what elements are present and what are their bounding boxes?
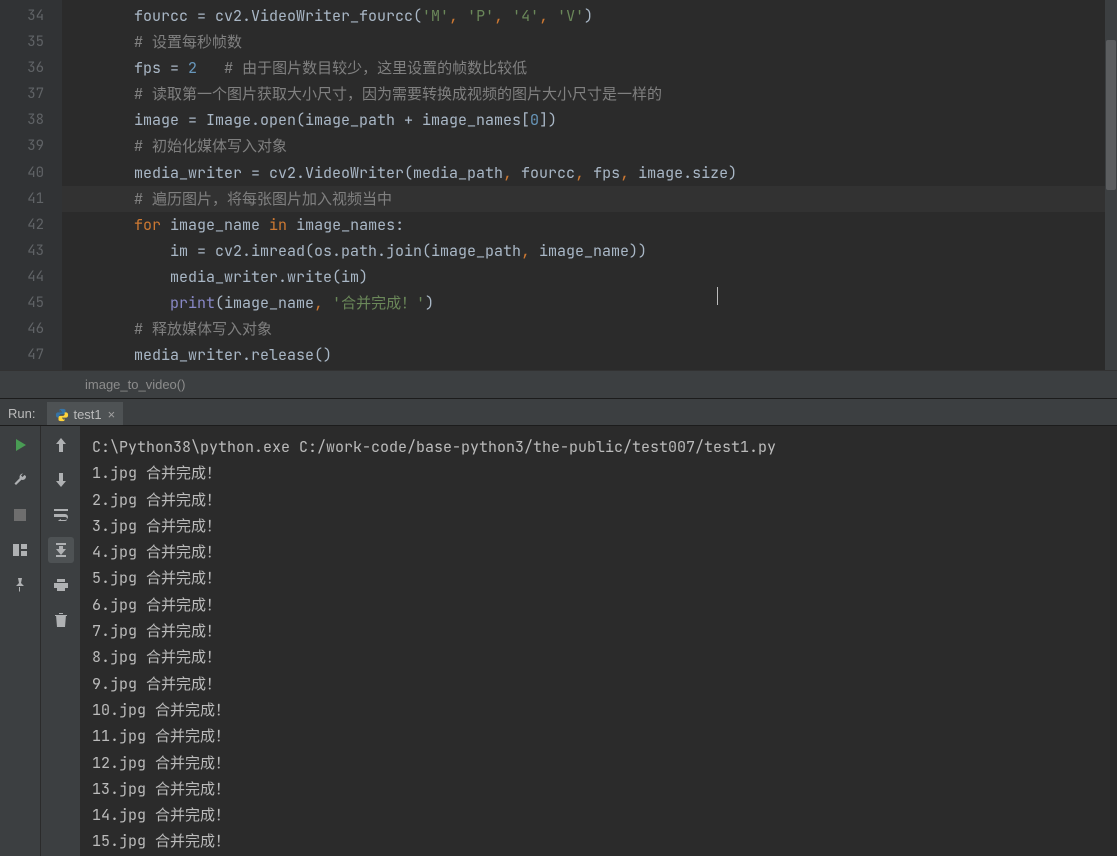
- line-number: 35: [0, 29, 44, 55]
- code-line: # 释放媒体写入对象: [62, 316, 1117, 342]
- console-line: 11.jpg 合并完成！: [92, 723, 1117, 749]
- console-line: 9.jpg 合并完成！: [92, 671, 1117, 697]
- console-line: 12.jpg 合并完成！: [92, 750, 1117, 776]
- run-tool-header: Run: test1 ×: [0, 398, 1117, 426]
- arrow-up-icon[interactable]: [48, 432, 74, 458]
- line-number: 46: [0, 316, 44, 342]
- line-number: 43: [0, 238, 44, 264]
- code-line: fps = 2 # 由于图片数目较少，这里设置的帧数比较低: [62, 55, 1117, 81]
- line-number: 36: [0, 55, 44, 81]
- line-number: 37: [0, 81, 44, 107]
- console-line: 2.jpg 合并完成！: [92, 487, 1117, 513]
- line-number: 34: [0, 3, 44, 29]
- arrow-down-icon[interactable]: [48, 467, 74, 493]
- soft-wrap-icon[interactable]: [48, 502, 74, 528]
- code-line: media_writer = cv2.VideoWriter(media_pat…: [62, 160, 1117, 186]
- line-number-gutter: 3435363738394041424344454647: [0, 0, 62, 370]
- code-editor[interactable]: 3435363738394041424344454647 fourcc = cv…: [0, 0, 1117, 370]
- trash-icon[interactable]: [48, 607, 74, 633]
- breadcrumb[interactable]: image_to_video(): [0, 370, 1117, 398]
- code-line: # 遍历图片，将每张图片加入视频当中: [62, 186, 1117, 212]
- code-line: for image_name in image_names:: [62, 212, 1117, 238]
- code-line: media_writer.write(im): [62, 264, 1117, 290]
- line-number: 39: [0, 133, 44, 159]
- run-tool-body: C:\Python38\python.exe C:/work-code/base…: [0, 426, 1117, 856]
- console-line: 10.jpg 合并完成！: [92, 697, 1117, 723]
- layout-icon[interactable]: [7, 537, 33, 563]
- console-line: 6.jpg 合并完成！: [92, 592, 1117, 618]
- scroll-to-end-icon[interactable]: [48, 537, 74, 563]
- pin-icon[interactable]: [7, 572, 33, 598]
- code-line: # 初始化媒体写入对象: [62, 133, 1117, 159]
- code-line: # 读取第一个图片获取大小尺寸，因为需要转换成视频的图片大小尺寸是一样的: [62, 81, 1117, 107]
- close-icon[interactable]: ×: [108, 407, 116, 422]
- line-number: 45: [0, 290, 44, 316]
- breadcrumb-item[interactable]: image_to_video(): [85, 377, 185, 392]
- code-line: media_writer.release(): [62, 342, 1117, 368]
- run-button[interactable]: [7, 432, 33, 458]
- run-action-column-right: [40, 426, 80, 856]
- code-line: # 设置每秒帧数: [62, 29, 1117, 55]
- console-line: 14.jpg 合并完成！: [92, 802, 1117, 828]
- run-tab-label: test1: [73, 407, 101, 422]
- console-line: 13.jpg 合并完成！: [92, 776, 1117, 802]
- print-icon[interactable]: [48, 572, 74, 598]
- wrench-icon[interactable]: [7, 467, 33, 493]
- line-number: 47: [0, 342, 44, 368]
- run-tab[interactable]: test1 ×: [47, 402, 123, 425]
- code-line: fourcc = cv2.VideoWriter_fourcc('M', 'P'…: [62, 3, 1117, 29]
- console-line: 3.jpg 合并完成！: [92, 513, 1117, 539]
- console-line: 4.jpg 合并完成！: [92, 539, 1117, 565]
- code-area[interactable]: fourcc = cv2.VideoWriter_fourcc('M', 'P'…: [62, 0, 1117, 370]
- code-line: im = cv2.imread(os.path.join(image_path,…: [62, 238, 1117, 264]
- run-action-column-left: [0, 426, 40, 856]
- console-command: C:\Python38\python.exe C:/work-code/base…: [92, 434, 1117, 460]
- line-number: 40: [0, 160, 44, 186]
- console-line: 7.jpg 合并完成！: [92, 618, 1117, 644]
- stop-button[interactable]: [7, 502, 33, 528]
- code-line: print(image_name, '合并完成！'): [62, 290, 1117, 316]
- line-number: 41: [0, 186, 44, 212]
- console-line: 5.jpg 合并完成！: [92, 565, 1117, 591]
- line-number: 42: [0, 212, 44, 238]
- console-line: 8.jpg 合并完成！: [92, 644, 1117, 670]
- line-number: 44: [0, 264, 44, 290]
- console-line: 1.jpg 合并完成！: [92, 460, 1117, 486]
- console-output[interactable]: C:\Python38\python.exe C:/work-code/base…: [80, 426, 1117, 856]
- line-number: 38: [0, 107, 44, 133]
- python-icon: [55, 408, 69, 422]
- console-line: 15.jpg 合并完成！: [92, 828, 1117, 854]
- run-label: Run:: [0, 406, 43, 425]
- code-line: image = Image.open(image_path + image_na…: [62, 107, 1117, 133]
